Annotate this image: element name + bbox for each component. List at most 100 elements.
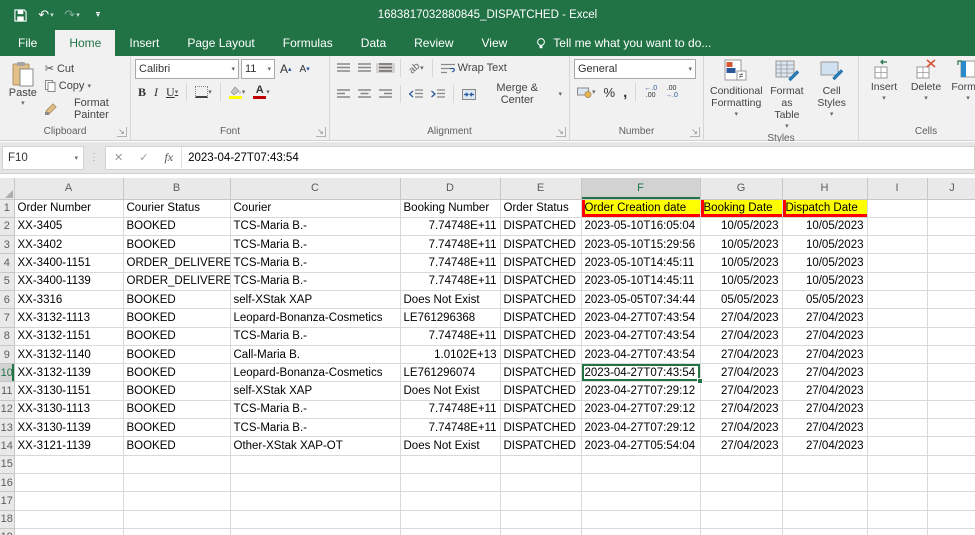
cell-H17[interactable] <box>782 492 867 510</box>
cell-J19[interactable] <box>927 528 975 535</box>
merge-center-button[interactable]: Merge & Center ▾ <box>459 81 565 107</box>
insert-function-button[interactable]: fx <box>156 150 181 165</box>
cell-G4[interactable]: 10/05/2023 <box>700 254 782 272</box>
cell-I7[interactable] <box>867 309 927 327</box>
cell-F14[interactable]: 2023-04-27T05:54:04 <box>581 437 700 455</box>
cell-C13[interactable]: TCS-Maria B.- <box>230 419 400 437</box>
cell-J9[interactable] <box>927 345 975 363</box>
cell-A17[interactable] <box>14 492 123 510</box>
ribbon-tab-view[interactable]: View <box>468 30 522 56</box>
cell-I12[interactable] <box>867 400 927 418</box>
cell-A4[interactable]: XX-3400-1151 <box>14 254 123 272</box>
italic-button[interactable]: I <box>151 85 161 100</box>
conditional-formatting-button[interactable]: ≠ ConditionalFormatting ▾ <box>708 59 765 133</box>
ribbon-tab-insert[interactable]: Insert <box>115 30 173 56</box>
cell-I17[interactable] <box>867 492 927 510</box>
cell-D9[interactable]: 1.0102E+13 <box>400 345 500 363</box>
cell-F12[interactable]: 2023-04-27T07:29:12 <box>581 400 700 418</box>
cell-B6[interactable]: BOOKED <box>123 290 230 308</box>
cell-H11[interactable]: 27/04/2023 <box>782 382 867 400</box>
cell-B9[interactable]: BOOKED <box>123 345 230 363</box>
row-header-18[interactable]: 18 <box>0 510 14 528</box>
cell-I4[interactable] <box>867 254 927 272</box>
cell-A5[interactable]: XX-3400-1139 <box>14 272 123 290</box>
cell-A13[interactable]: XX-3130-1139 <box>14 419 123 437</box>
column-header-I[interactable]: I <box>867 178 927 199</box>
cell-J14[interactable] <box>927 437 975 455</box>
cell-H19[interactable] <box>782 528 867 535</box>
row-header-14[interactable]: 14 <box>0 437 14 455</box>
cell-C4[interactable]: TCS-Maria B.- <box>230 254 400 272</box>
row-header-11[interactable]: 11 <box>0 382 14 400</box>
cell-I5[interactable] <box>867 272 927 290</box>
increase-indent-button[interactable] <box>428 89 448 99</box>
cell-E14[interactable]: DISPATCHED <box>500 437 581 455</box>
cell-E8[interactable]: DISPATCHED <box>500 327 581 345</box>
cell-D7[interactable]: LE761296368 <box>400 309 500 327</box>
cell-H12[interactable]: 27/04/2023 <box>782 400 867 418</box>
cell-H14[interactable]: 27/04/2023 <box>782 437 867 455</box>
cell-F2[interactable]: 2023-05-10T16:05:04 <box>581 217 700 235</box>
ribbon-tab-data[interactable]: Data <box>347 30 400 56</box>
cell-B15[interactable] <box>123 455 230 473</box>
underline-button[interactable]: U▾ <box>163 85 181 100</box>
cell-E9[interactable]: DISPATCHED <box>500 345 581 363</box>
cell-D19[interactable] <box>400 528 500 535</box>
clipboard-dialog-launcher-icon[interactable]: ↘ <box>117 127 127 137</box>
cell-E17[interactable] <box>500 492 581 510</box>
cell-J11[interactable] <box>927 382 975 400</box>
cell-J1[interactable] <box>927 199 975 217</box>
align-right-button[interactable] <box>376 89 395 99</box>
cell-J5[interactable] <box>927 272 975 290</box>
column-header-B[interactable]: B <box>123 178 230 199</box>
cell-F5[interactable]: 2023-05-10T14:45:11 <box>581 272 700 290</box>
cell-A14[interactable]: XX-3121-1139 <box>14 437 123 455</box>
cell-G5[interactable]: 10/05/2023 <box>700 272 782 290</box>
alignment-dialog-launcher-icon[interactable]: ↘ <box>556 127 566 137</box>
cell-C15[interactable] <box>230 455 400 473</box>
cell-B12[interactable]: BOOKED <box>123 400 230 418</box>
row-header-4[interactable]: 4 <box>0 254 14 272</box>
cell-C16[interactable] <box>230 473 400 491</box>
accounting-format-button[interactable]: ▾ <box>574 87 599 98</box>
cell-A19[interactable] <box>14 528 123 535</box>
cell-E13[interactable]: DISPATCHED <box>500 419 581 437</box>
cell-J12[interactable] <box>927 400 975 418</box>
cell-I2[interactable] <box>867 217 927 235</box>
cell-C3[interactable]: TCS-Maria B.- <box>230 236 400 254</box>
tell-me-box[interactable]: Tell me what you want to do... <box>525 30 721 56</box>
column-header-A[interactable]: A <box>14 178 123 199</box>
cell-F18[interactable] <box>581 510 700 528</box>
cell-I6[interactable] <box>867 290 927 308</box>
cell-H5[interactable]: 10/05/2023 <box>782 272 867 290</box>
row-header-6[interactable]: 6 <box>0 290 14 308</box>
cell-G18[interactable] <box>700 510 782 528</box>
cell-F7[interactable]: 2023-04-27T07:43:54 <box>581 309 700 327</box>
middle-align-button[interactable] <box>355 63 374 73</box>
cell-E4[interactable]: DISPATCHED <box>500 254 581 272</box>
cell-C6[interactable]: self-XStak XAP <box>230 290 400 308</box>
cell-E5[interactable]: DISPATCHED <box>500 272 581 290</box>
enter-button[interactable]: ✓ <box>131 151 156 164</box>
cell-H1[interactable]: Dispatch Date <box>782 199 867 217</box>
cell-F4[interactable]: 2023-05-10T14:45:11 <box>581 254 700 272</box>
row-header-7[interactable]: 7 <box>0 309 14 327</box>
borders-button[interactable]: ▾ <box>192 86 215 98</box>
cell-B3[interactable]: BOOKED <box>123 236 230 254</box>
cell-D8[interactable]: 7.74748E+11 <box>400 327 500 345</box>
paste-button[interactable]: Paste ▾ <box>4 59 42 123</box>
row-header-19[interactable]: 19 <box>0 528 14 535</box>
cell-E6[interactable]: DISPATCHED <box>500 290 581 308</box>
select-all-corner[interactable] <box>0 178 14 199</box>
cell-A7[interactable]: XX-3132-1113 <box>14 309 123 327</box>
cell-F8[interactable]: 2023-04-27T07:43:54 <box>581 327 700 345</box>
increase-decimal-button[interactable]: ←.0.00 <box>641 85 660 99</box>
cell-E12[interactable]: DISPATCHED <box>500 400 581 418</box>
cell-G16[interactable] <box>700 473 782 491</box>
cut-button[interactable]: ✂Cut <box>42 61 126 76</box>
cell-F9[interactable]: 2023-04-27T07:43:54 <box>581 345 700 363</box>
font-size-select[interactable]: 11▾ <box>241 59 275 79</box>
cell-E10[interactable]: DISPATCHED <box>500 364 581 382</box>
row-header-10[interactable]: 10 <box>0 364 14 382</box>
cell-D16[interactable] <box>400 473 500 491</box>
